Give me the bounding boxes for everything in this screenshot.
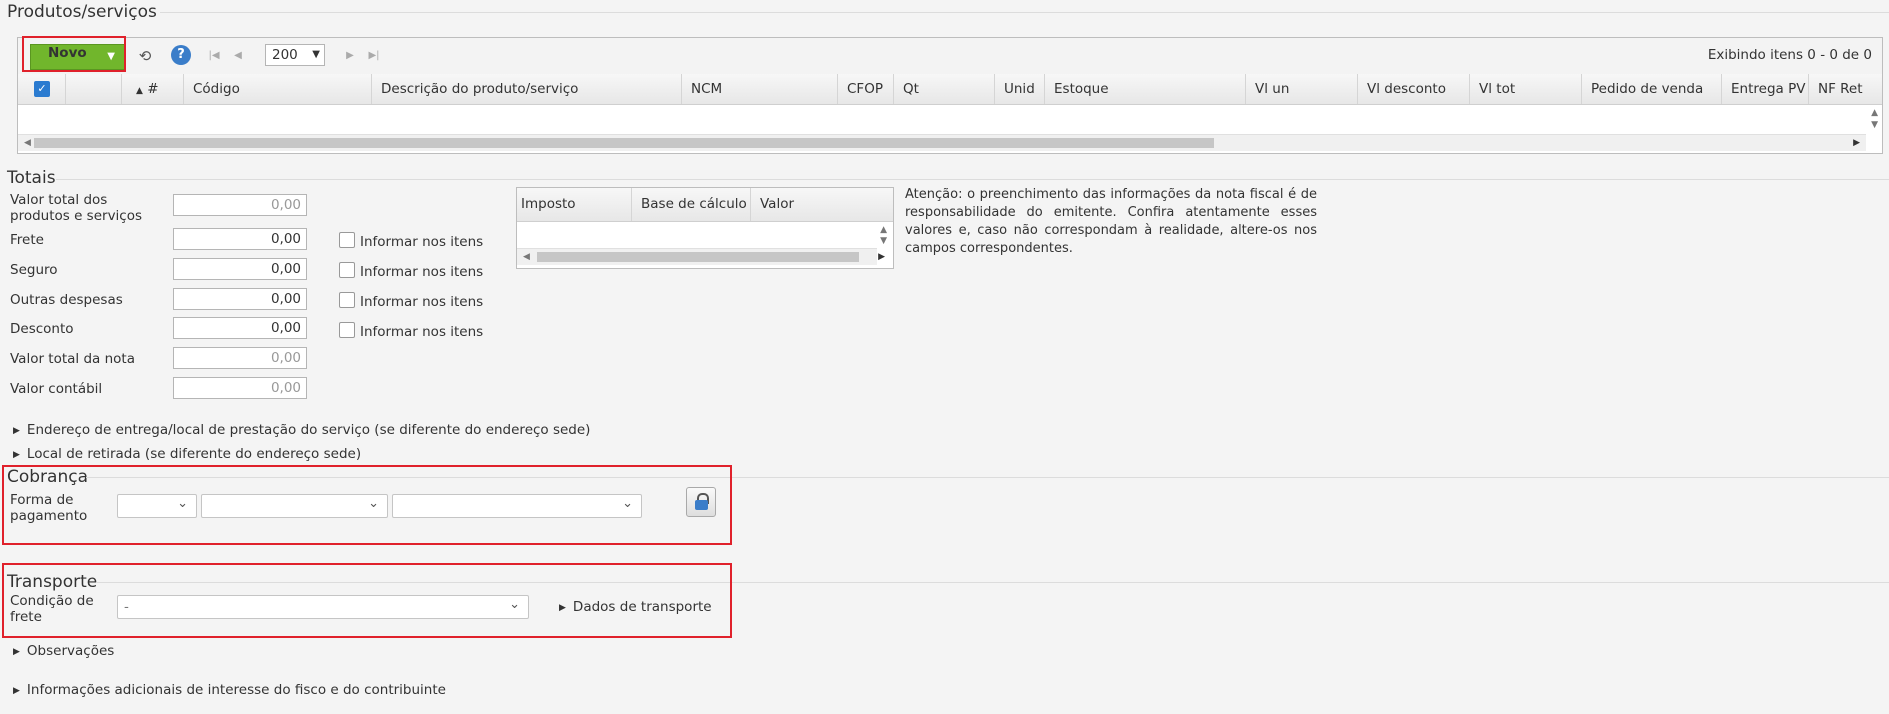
label-valor-total-nota: Valor total da nota [10,351,135,367]
caret-right-icon: ▶ [13,450,20,460]
chevron-down-icon: ▼ [312,49,320,60]
label-frete: Frete [10,232,44,248]
col-empty [66,74,122,104]
checkbox-informar-outras[interactable]: Informar nos itens [339,292,483,310]
col-estoque[interactable]: Estoque [1045,74,1246,104]
grid-header: ✓ ▲ # Código Descrição do produto/serviç… [18,74,1882,105]
checkbox-label: Informar nos itens [360,294,484,310]
tax-grid: Imposto Base de cálculo Valor ▲ ▼ ◀ ▶ [516,187,894,269]
section-title-produtos: Produtos/serviços [7,2,157,22]
scroll-right-icon[interactable]: ▶ [1853,138,1860,148]
highlight-box-cobranca [2,465,732,545]
checkbox-label: Informar nos itens [360,234,484,250]
field-frete[interactable]: 0,00 [173,228,307,250]
first-page-icon[interactable]: |◀ [204,46,224,66]
scrollbar-thumb[interactable] [34,138,1214,148]
expander-label: Informações adicionais de interesse do f… [26,682,446,698]
caret-right-icon: ▶ [13,686,20,696]
label-outras-despesas: Outras despesas [10,292,123,308]
field-valor-total-nota: 0,00 [173,347,307,369]
sort-asc-icon: ▲ [136,86,143,96]
scroll-down-icon[interactable]: ▼ [1871,120,1878,130]
label-seguro: Seguro [10,262,58,278]
col-base-calculo[interactable]: Base de cálculo [632,188,751,221]
section-divider [56,179,1889,180]
col-vl-un[interactable]: Vl un [1246,74,1358,104]
expander-info-adicionais[interactable]: ▶ Informações adicionais de interesse do … [13,682,446,698]
section-divider [160,12,1889,13]
expander-endereco-entrega[interactable]: ▶ Endereço de entrega/local de prestação … [13,422,590,438]
grid-toolbar: Novo ▼ ⟲ ? |◀ ◀ 200 ▼ ▶ ▶| Exibindo iten… [18,38,1882,75]
next-page-icon[interactable]: ▶ [340,46,360,66]
scroll-left-icon[interactable]: ◀ [523,252,530,262]
highlight-box-novo [22,36,126,72]
tax-grid-header: Imposto Base de cálculo Valor [517,188,893,222]
col-imposto[interactable]: Imposto [517,188,632,221]
items-count-label: Exibindo itens 0 - 0 de 0 [1707,47,1872,63]
grid-horizontal-scrollbar[interactable]: ◀ ▶ [18,134,1866,151]
expander-observacoes[interactable]: ▶ Observações [13,643,114,659]
prev-page-icon[interactable]: ◀ [228,46,248,66]
label-valor-total-produtos: Valor total dos produtos e serviços [10,192,143,224]
col-vl-desconto[interactable]: Vl desconto [1358,74,1470,104]
col-cfop[interactable]: CFOP [838,74,894,104]
label-desconto: Desconto [10,321,74,337]
col-vl-tot[interactable]: Vl tot [1470,74,1582,104]
scroll-left-icon[interactable]: ◀ [24,138,31,148]
caret-right-icon: ▶ [13,426,20,436]
field-valor-contabil: 0,00 [173,377,307,399]
col-nf-ret[interactable]: NF Ret [1809,74,1864,104]
scroll-down-icon[interactable]: ▼ [880,236,887,246]
page-size-select[interactable]: 200 ▼ [265,44,325,66]
section-title-totais: Totais [7,168,56,188]
field-valor-total-produtos: 0,00 [173,194,307,216]
checkbox-informar-frete[interactable]: Informar nos itens [339,232,483,250]
col-qt[interactable]: Qt [894,74,995,104]
scroll-right-icon[interactable]: ▶ [878,252,885,262]
checkbox-informar-desconto[interactable]: Informar nos itens [339,322,483,340]
expander-label: Endereço de entrega/local de prestação d… [26,422,591,438]
caret-right-icon: ▶ [13,647,20,657]
col-codigo[interactable]: Código [184,74,372,104]
expander-label: Local de retirada (se diferente do ender… [26,446,362,462]
col-entrega-pv[interactable]: Entrega PV [1722,74,1809,104]
checkbox-label: Informar nos itens [360,264,484,280]
col-number[interactable]: ▲ # [122,74,184,104]
highlight-box-transporte [2,563,732,638]
products-grid: Novo ▼ ⟲ ? |◀ ◀ 200 ▼ ▶ ▶| Exibindo iten… [17,37,1883,154]
col-valor[interactable]: Valor [751,188,891,221]
help-icon[interactable]: ? [171,45,191,65]
col-pedido-venda[interactable]: Pedido de venda [1582,74,1722,104]
tax-horizontal-scrollbar[interactable]: ◀ ▶ [517,248,885,265]
checkbox-informar-seguro[interactable]: Informar nos itens [339,262,483,280]
page-size-value: 200 [272,47,298,63]
label-valor-contabil: Valor contábil [10,381,103,397]
select-all-checkbox[interactable]: ✓ [18,74,66,104]
col-unid[interactable]: Unid [995,74,1045,104]
scroll-up-icon[interactable]: ▲ [880,225,887,235]
refresh-icon[interactable]: ⟲ [135,46,155,66]
col-descricao[interactable]: Descrição do produto/serviço [372,74,682,104]
field-desconto[interactable]: 0,00 [173,317,307,339]
field-outras-despesas[interactable]: 0,00 [173,288,307,310]
last-page-icon[interactable]: ▶| [364,46,384,66]
col-number-label: # [147,81,159,97]
scroll-up-icon[interactable]: ▲ [1871,108,1878,118]
scrollbar-thumb[interactable] [537,252,859,262]
attention-note: Atenção: o preenchimento das informações… [905,187,1317,256]
expander-local-retirada[interactable]: ▶ Local de retirada (se diferente do ende… [13,446,361,462]
col-ncm[interactable]: NCM [682,74,838,104]
checkbox-label: Informar nos itens [360,324,484,340]
field-seguro[interactable]: 0,00 [173,258,307,280]
expander-label: Observações [26,643,115,659]
